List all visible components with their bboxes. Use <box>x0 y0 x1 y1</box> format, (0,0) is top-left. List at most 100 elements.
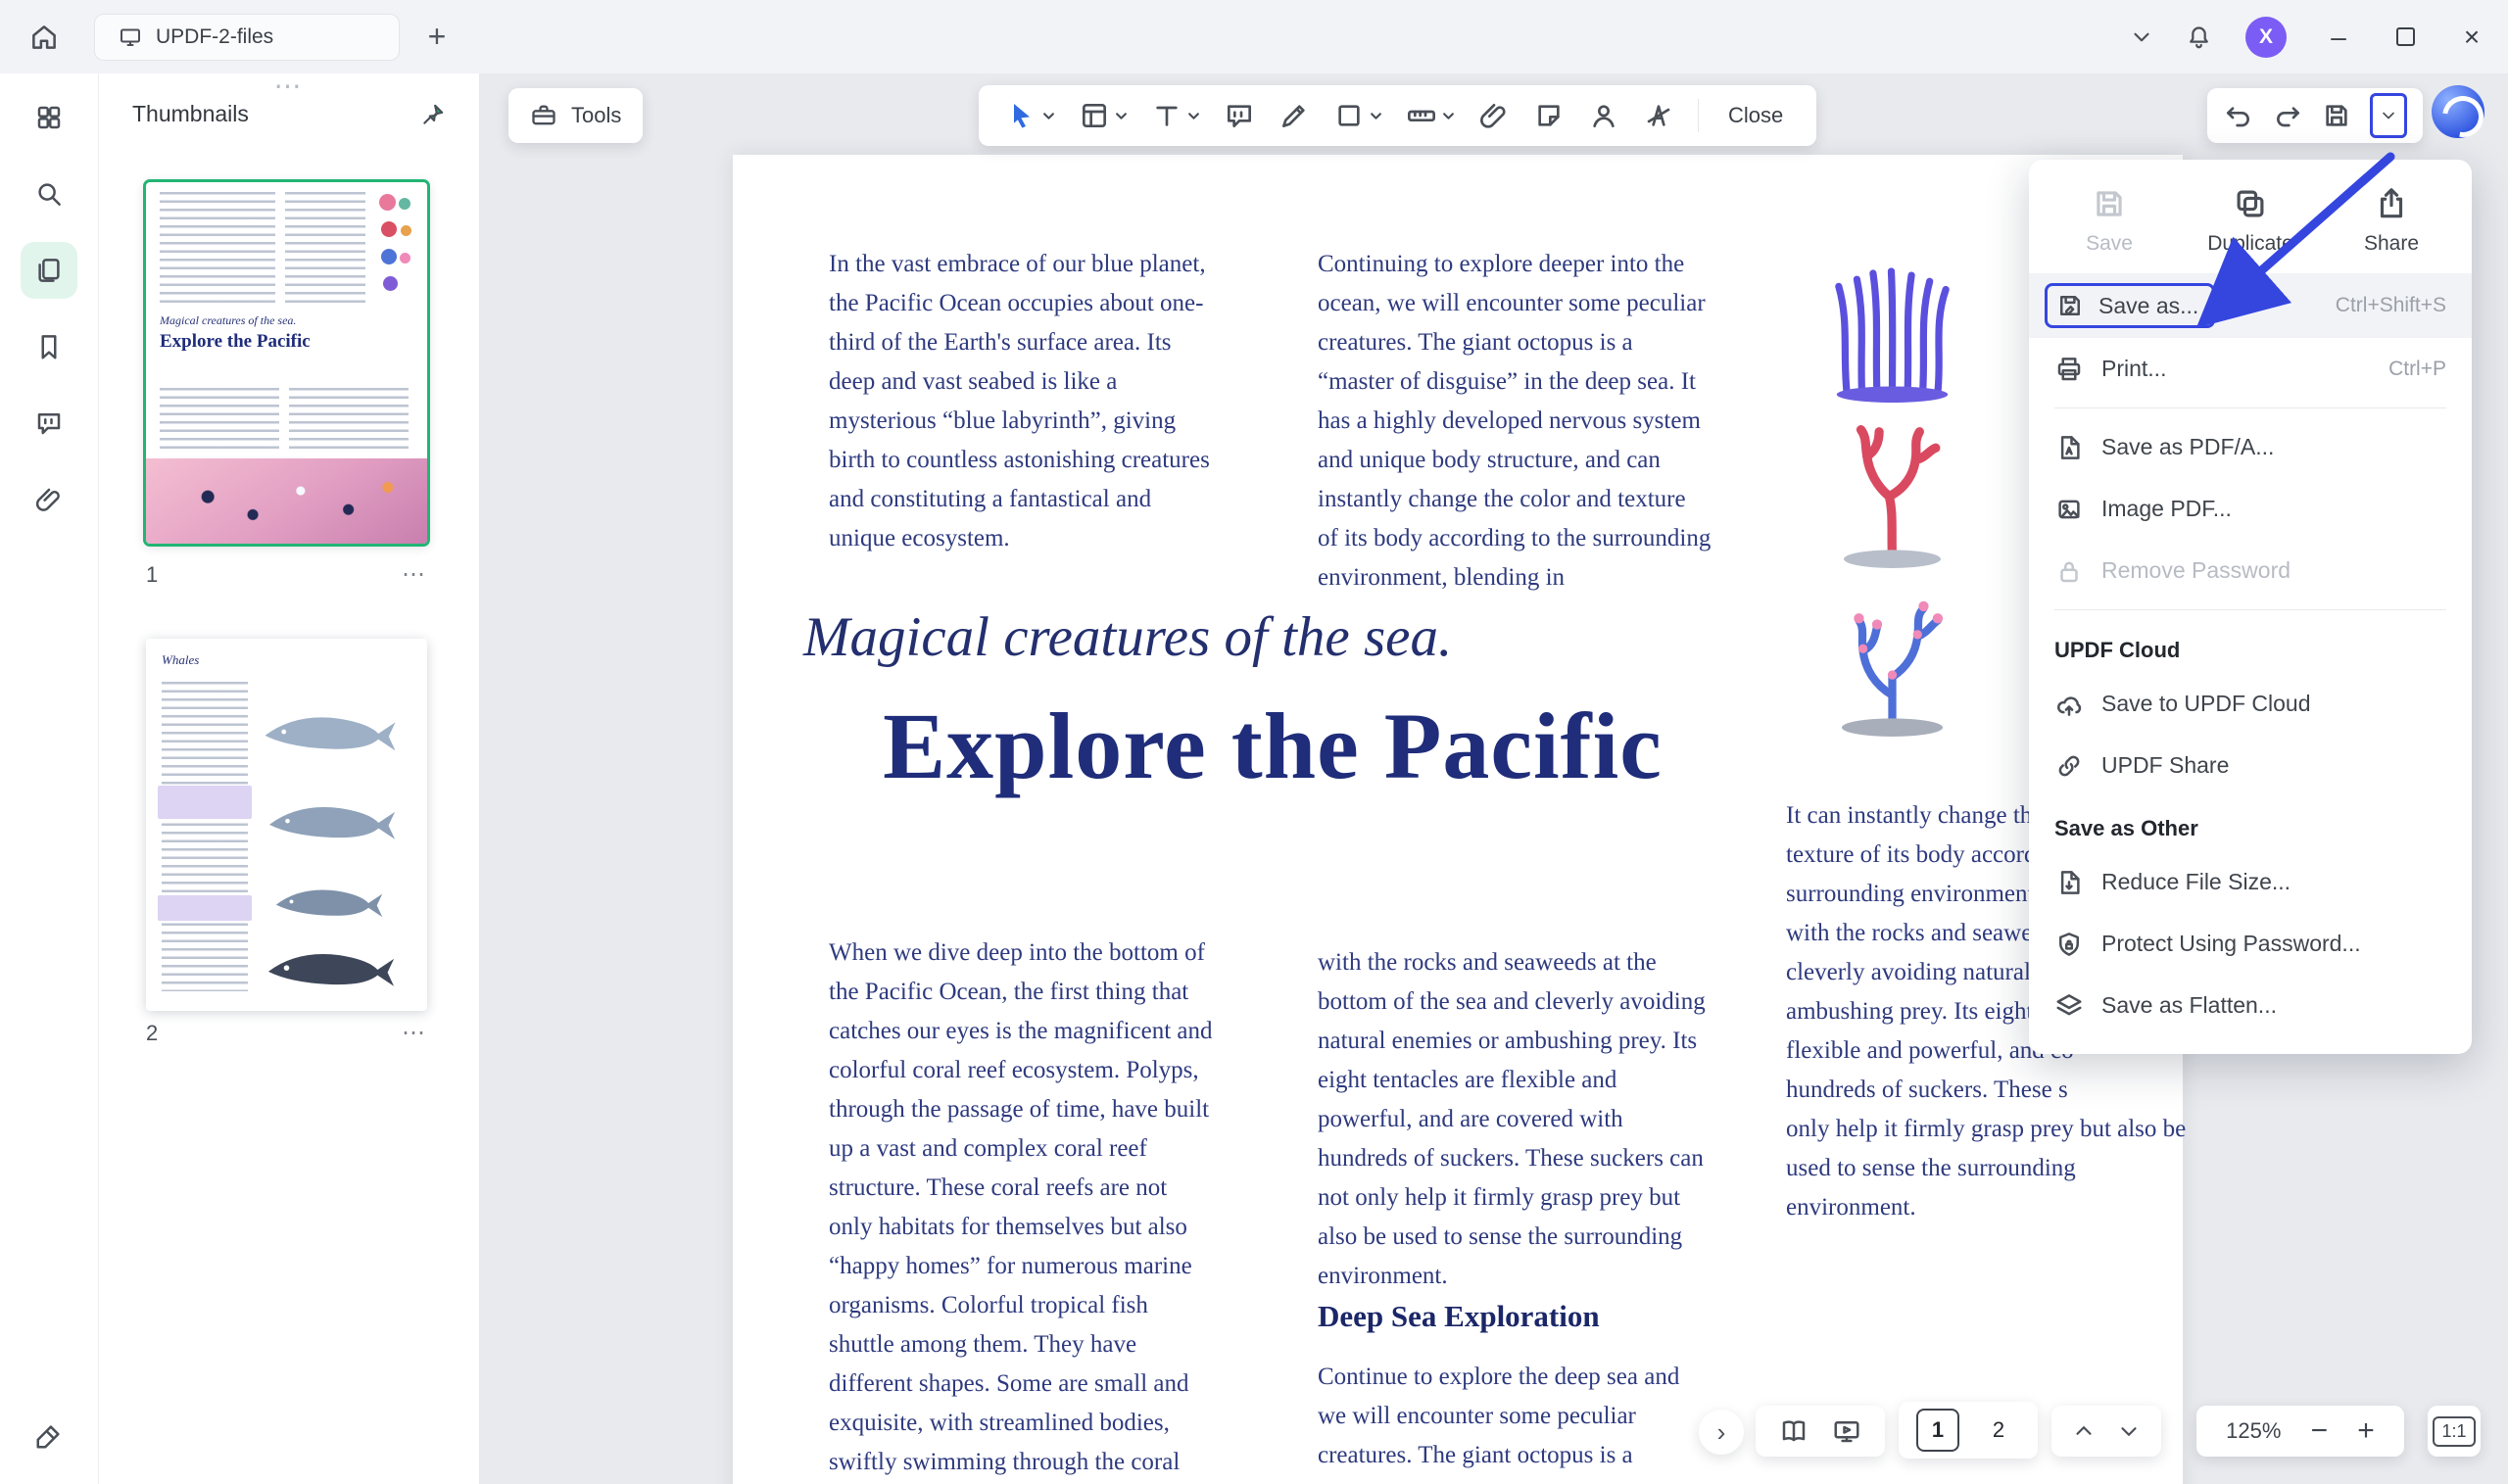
text-tool[interactable] <box>1151 100 1200 131</box>
panel-drag-handle[interactable]: ⋯ <box>274 70 305 102</box>
previous-page-icon[interactable] <box>2071 1418 2097 1444</box>
close-window-button[interactable]: × <box>2443 11 2500 64</box>
presentation-view-icon[interactable] <box>1832 1416 1861 1446</box>
rail-item-attachments[interactable] <box>21 471 77 528</box>
menu-item-label: Save to UPDF Cloud <box>2101 691 2310 717</box>
annotation-toolbar: Close <box>979 85 1816 146</box>
attachment-tool[interactable] <box>1478 100 1510 131</box>
comment-tool[interactable] <box>1224 100 1255 131</box>
menu-item-save-to-cloud[interactable]: Save to UPDF Cloud <box>2029 673 2472 735</box>
chevron-down-icon <box>1115 111 1128 121</box>
rail-item-comments[interactable] <box>21 395 77 452</box>
thumb2-page-number: 2 <box>146 1021 158 1046</box>
rail-item-bookmarks[interactable] <box>21 318 77 375</box>
signature-tool[interactable] <box>1588 100 1619 131</box>
rail-item-workspaces[interactable] <box>21 89 77 146</box>
apps-grid-icon <box>34 103 64 132</box>
thumbnails-title: Thumbnails <box>132 101 249 127</box>
square-shape-icon <box>1333 100 1365 131</box>
whale-illustration-1 <box>256 707 405 760</box>
script-heading: Magical creatures of the sea. <box>803 605 1452 669</box>
new-tab-button[interactable]: + <box>415 19 458 55</box>
sticker-tool[interactable] <box>1533 100 1565 131</box>
sea-anemone-image <box>1816 241 1968 403</box>
page-2-button[interactable]: 2 <box>1977 1409 2020 1452</box>
cloud-upload-icon <box>2054 690 2084 719</box>
paperclip-icon <box>34 485 64 514</box>
menu-divider <box>2054 407 2446 408</box>
select-tool[interactable] <box>1006 100 1055 131</box>
zoom-out-button[interactable]: − <box>2311 1414 2329 1448</box>
page-layout-tool[interactable] <box>1079 100 1128 131</box>
pdfa-document-icon <box>2054 433 2084 462</box>
thumb1-more-button[interactable]: ⋯ <box>402 560 427 589</box>
lock-icon <box>2054 556 2084 586</box>
minimize-button[interactable]: – <box>2310 11 2367 64</box>
paragraph-col2-bottom: Continue to explore the deep sea and we … <box>1318 1358 1712 1484</box>
shape-tool[interactable] <box>1333 100 1382 131</box>
document-tab[interactable]: UPDF-2-files <box>94 14 400 61</box>
orca-illustration <box>260 944 403 995</box>
comment-icon <box>34 408 64 438</box>
rail-item-search[interactable] <box>21 166 77 222</box>
paragraph-col2-middle: with the rocks and seaweeds at the botto… <box>1318 943 1712 1296</box>
maximize-button[interactable] <box>2377 11 2434 64</box>
menu-item-remove-password: Remove Password <box>2029 540 2472 601</box>
updf-ai-button[interactable] <box>2432 85 2484 138</box>
maximize-icon <box>2396 27 2415 46</box>
pin-icon[interactable] <box>420 102 446 127</box>
collapse-toolbar-button[interactable] <box>2118 14 2165 61</box>
actual-size-button[interactable]: 1:1 <box>2428 1406 2481 1457</box>
notifications-button[interactable] <box>2175 14 2222 61</box>
reader-view-icon[interactable] <box>1779 1416 1809 1446</box>
zoom-level[interactable]: 125% <box>2226 1418 2281 1444</box>
strikethrough-icon <box>1643 100 1674 131</box>
compress-document-icon <box>2054 868 2084 897</box>
cursor-icon <box>1006 100 1037 131</box>
tools-button[interactable]: Tools <box>508 88 643 143</box>
menu-item-protect-password[interactable]: Protect Using Password... <box>2029 913 2472 975</box>
menu-item-reduce-file-size[interactable]: Reduce File Size... <box>2029 851 2472 913</box>
print-shortcut: Ctrl+P <box>2388 358 2446 381</box>
home-button[interactable] <box>20 13 69 62</box>
chevron-down-icon <box>1187 111 1200 121</box>
avatar[interactable]: X <box>2245 17 2287 58</box>
expand-panel-button[interactable]: › <box>1699 1410 1744 1455</box>
menu-item-label: Protect Using Password... <box>2101 931 2361 957</box>
highlighter-tool[interactable] <box>1278 100 1310 131</box>
thumb2-more-button[interactable]: ⋯ <box>402 1019 427 1047</box>
menu-item-label: Remove Password <box>2101 557 2291 584</box>
sticker-icon <box>1533 100 1565 131</box>
menu-item-updf-share[interactable]: UPDF Share <box>2029 735 2472 796</box>
menu-item-image-pdf[interactable]: Image PDF... <box>2029 478 2472 540</box>
current-page-button[interactable]: 1 <box>1916 1409 1959 1452</box>
paragraph-col2-top: Continuing to explore deeper into the oc… <box>1318 245 1712 598</box>
red-coral-image <box>1816 407 1968 569</box>
thumb1-text-lines-c <box>160 388 279 449</box>
zoom-group: 125% − + <box>2196 1406 2404 1457</box>
menu-item-label: Reduce File Size... <box>2101 869 2291 895</box>
close-toolbar-button[interactable]: Close <box>1722 103 1789 128</box>
measure-tool[interactable] <box>1406 100 1455 131</box>
menu-item-save-as-flatten[interactable]: Save as Flatten... <box>2029 975 2472 1036</box>
ruler-icon <box>1406 100 1437 131</box>
next-page-icon[interactable] <box>2116 1418 2142 1444</box>
rail-item-signature-mode[interactable] <box>21 1408 77 1464</box>
thumb2-highlight-chip <box>158 786 252 819</box>
save-icon <box>2091 185 2128 222</box>
tools-label: Tools <box>571 103 621 128</box>
thumb1-script-heading: Magical creatures of the sea. <box>160 313 296 328</box>
menu-item-label: Print... <box>2101 356 2166 382</box>
strikeout-tool[interactable] <box>1643 100 1674 131</box>
layers-icon <box>2054 991 2084 1021</box>
menu-item-save-as-pdfa[interactable]: Save as PDF/A... <box>2029 416 2472 478</box>
chevron-down-icon <box>2129 24 2154 50</box>
zoom-in-button[interactable]: + <box>2357 1414 2375 1448</box>
rail-item-thumbnails[interactable] <box>21 242 77 299</box>
thumb2-text-lines <box>162 682 248 991</box>
page-thumbnail-2[interactable]: Whales <box>146 639 427 1011</box>
page-thumbnail-1[interactable]: Magical creatures of the sea. Explore th… <box>146 182 427 544</box>
home-icon <box>29 23 59 52</box>
chevron-down-icon <box>1442 111 1455 121</box>
page-nav-group <box>2051 1406 2161 1457</box>
